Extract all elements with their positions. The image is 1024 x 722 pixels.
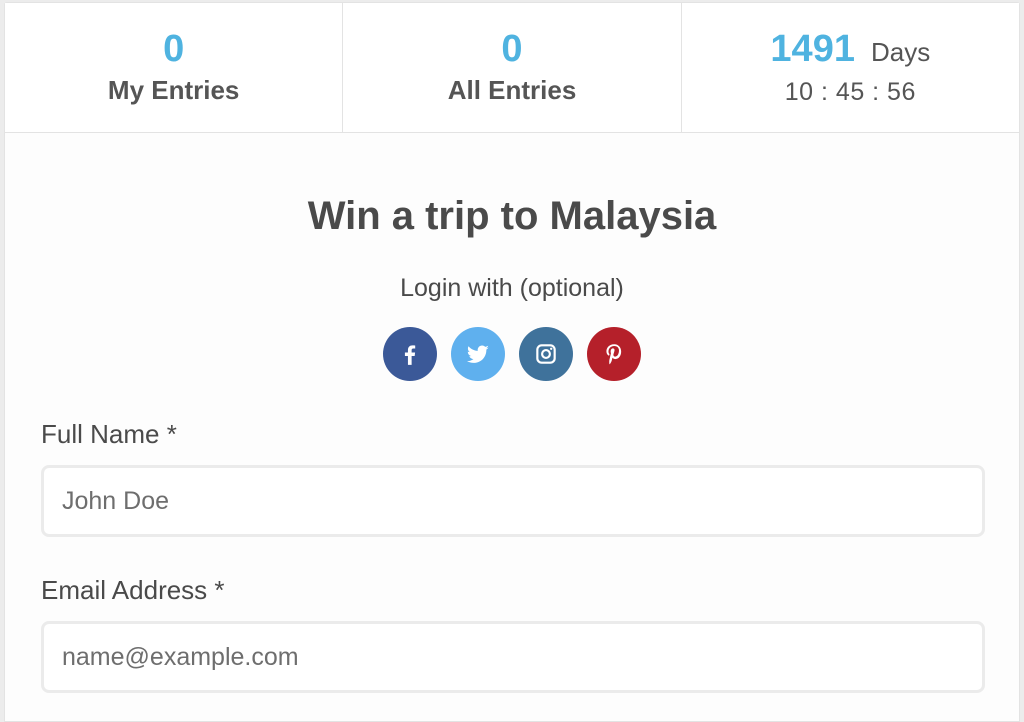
social-login-buttons xyxy=(41,327,983,381)
my-entries-count: 0 xyxy=(163,28,185,70)
login-label: Login with (optional) xyxy=(400,274,624,302)
countdown-days-value: 1491 xyxy=(770,28,855,70)
all-entries-stat: 0 All Entries xyxy=(343,3,682,132)
pinterest-icon xyxy=(606,344,622,365)
full-name-input[interactable] xyxy=(41,465,985,537)
twitter-icon xyxy=(466,345,489,363)
countdown-days-label: Days xyxy=(870,37,931,67)
stats-bar: 0 My Entries 0 All Entries 1491 Days 10 … xyxy=(5,3,1019,133)
all-entries-label: All Entries xyxy=(447,75,577,105)
my-entries-stat: 0 My Entries xyxy=(5,3,344,132)
countdown-days: 1491 Days xyxy=(770,29,930,72)
email-label: Email Address * xyxy=(41,575,225,605)
all-entries-count: 0 xyxy=(501,28,523,70)
full-name-label: Full Name * xyxy=(41,419,177,449)
facebook-login-button[interactable] xyxy=(383,327,437,381)
countdown-stat: 1491 Days 10 : 45 : 56 xyxy=(682,3,1019,132)
twitter-login-button[interactable] xyxy=(451,327,505,381)
countdown-time: 10 : 45 : 56 xyxy=(784,78,916,106)
my-entries-label: My Entries xyxy=(107,75,240,105)
instagram-icon xyxy=(536,344,556,364)
facebook-icon xyxy=(404,345,416,365)
contest-title: Win a trip to Malaysia xyxy=(307,194,717,238)
email-input[interactable] xyxy=(41,621,985,693)
contest-widget: 0 My Entries 0 All Entries 1491 Days 10 … xyxy=(4,2,1020,722)
pinterest-login-button[interactable] xyxy=(587,327,641,381)
contest-form: Win a trip to Malaysia Login with (optio… xyxy=(5,193,1019,693)
instagram-login-button[interactable] xyxy=(519,327,573,381)
